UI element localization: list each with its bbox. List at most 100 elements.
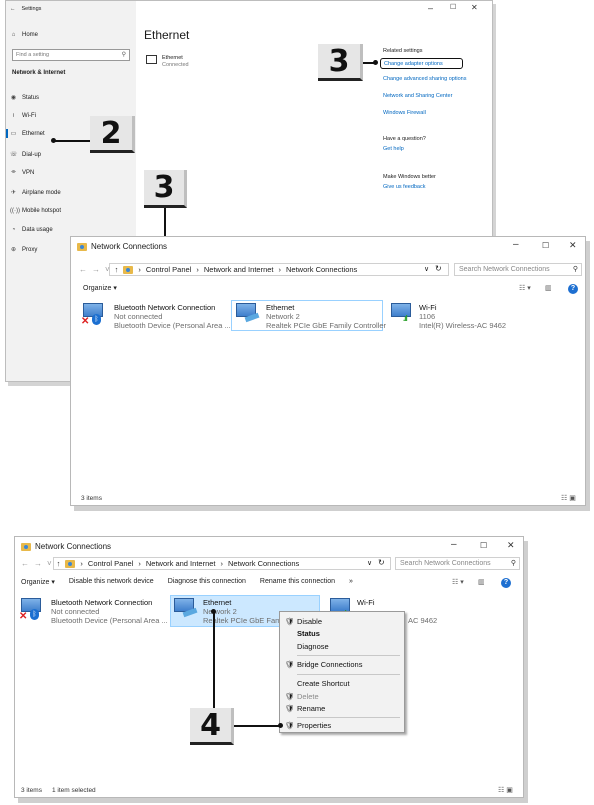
forward-icon[interactable]: → (34, 559, 42, 568)
item-status: 1106 (419, 312, 436, 321)
diagnose-button[interactable]: Diagnose this connection (168, 578, 246, 586)
address-dropdown-icon[interactable]: ∨ (424, 265, 429, 273)
list-item-wifi[interactable]: Wi-Fi 1106 Intel(R) Wireless-AC 9462 (419, 303, 506, 330)
breadcrumb-network-internet[interactable]: Network and Internet (204, 265, 274, 274)
sidebar-item-wifi[interactable]: ≀ Wi-Fi (10, 112, 36, 120)
minimize-button[interactable]: – (428, 3, 433, 13)
breadcrumb-sep-icon: › (196, 265, 199, 274)
menu-item-status[interactable]: Status (297, 629, 320, 638)
bluetooth-adapter-icon: ✕ ᛒ (19, 598, 45, 622)
item-name: Bluetooth Network Connection (114, 303, 216, 312)
preview-pane-icon[interactable]: ▥ (478, 578, 485, 586)
menu-item-bridge[interactable]: Bridge Connections (297, 660, 362, 669)
organize-button[interactable]: Organize ▾ (21, 578, 55, 586)
sidebar-item-label: Home (22, 32, 39, 38)
help-icon[interactable]: ? (568, 284, 578, 294)
dialup-icon: ☏ (10, 152, 18, 158)
help-icon[interactable]: ? (501, 578, 511, 588)
sidebar-item-label: Data usage (22, 227, 53, 233)
list-item-bluetooth[interactable]: Bluetooth Network Connection Not connect… (114, 303, 231, 330)
change-adapter-options-link[interactable]: Change adapter options (380, 58, 463, 69)
get-help-link[interactable]: Get help (383, 146, 404, 152)
list-item-wifi[interactable]: Wi-Fi (357, 598, 375, 607)
sidebar-item-hotspot[interactable]: ((·)) Mobile hotspot (10, 208, 61, 214)
list-item-ethernet[interactable]: Ethernet Network 2 Realtek PCIe GbE Fami… (266, 303, 386, 330)
menu-item-diagnose[interactable]: Diagnose (297, 642, 329, 651)
back-icon[interactable]: ← (10, 6, 16, 12)
search-input[interactable]: Search Network Connections ⚲ (395, 557, 520, 570)
shield-icon: 🛡 (285, 617, 295, 626)
item-status: Not connected (51, 607, 100, 616)
details-view-icon[interactable]: ☷ ▣ (498, 786, 513, 794)
disable-device-button[interactable]: Disable this network device (69, 578, 154, 586)
firewall-link[interactable]: Windows Firewall (383, 110, 426, 116)
chevron-down-icon[interactable]: ˅ (105, 265, 110, 274)
maximize-button[interactable]: ☐ (480, 541, 487, 550)
view-options-icon[interactable]: ☷ ▾ (519, 284, 531, 292)
breadcrumb-network-internet[interactable]: Network and Internet (146, 559, 216, 568)
refresh-icon[interactable]: ↻ (435, 264, 442, 273)
status-bar: 3 items 1 item selected (21, 787, 96, 794)
feedback-link[interactable]: Give us feedback (383, 184, 426, 190)
sidebar-item-proxy[interactable]: ⊕ Proxy (10, 246, 38, 254)
maximize-button[interactable]: ☐ (450, 3, 456, 11)
close-button[interactable]: ✕ (507, 540, 515, 551)
callout-2-line (54, 140, 90, 142)
sidebar-item-data-usage[interactable]: ◔ Data usage (10, 227, 53, 233)
back-icon[interactable]: ← (79, 265, 87, 274)
control-panel-icon (123, 265, 134, 274)
up-icon[interactable]: ↑ (57, 559, 61, 568)
advanced-sharing-link[interactable]: Change advanced sharing options (383, 76, 466, 82)
shield-icon: 🛡 (285, 721, 295, 730)
menu-item-properties[interactable]: Properties (297, 721, 331, 730)
adapter-name[interactable]: Ethernet (162, 55, 183, 61)
window-title: Network Connections (91, 242, 168, 251)
sidebar-item-status[interactable]: ◉ Status (10, 94, 39, 102)
sidebar-item-home[interactable]: ⌂ Home (10, 32, 38, 38)
sharing-center-link[interactable]: Network and Sharing Center (383, 93, 452, 99)
up-icon[interactable]: ↑ (115, 265, 119, 274)
search-input[interactable]: Search Network Connections ⚲ (454, 263, 582, 276)
address-dropdown-icon[interactable]: ∨ (367, 559, 372, 567)
close-button[interactable]: ✕ (569, 240, 577, 251)
menu-item-disable[interactable]: Disable (297, 617, 322, 626)
organize-button[interactable]: Organize ▾ (83, 284, 117, 292)
menu-item-delete[interactable]: Delete (297, 692, 319, 701)
breadcrumb-network-connections[interactable]: Network Connections (286, 265, 357, 274)
breadcrumb-network-connections[interactable]: Network Connections (228, 559, 299, 568)
sidebar-item-label: Proxy (22, 246, 38, 253)
breadcrumb-sep-icon: › (138, 265, 141, 274)
window-titlebar: Network Connections (21, 542, 111, 551)
ethernet-adapter-icon (234, 303, 260, 323)
settings-search-input[interactable]: Find a setting ⚲ (12, 49, 130, 61)
details-view-icon[interactable]: ☷ ▣ (561, 494, 576, 502)
menu-item-rename[interactable]: Rename (297, 704, 325, 713)
minimize-button[interactable]: – (513, 239, 519, 250)
breadcrumb-control-panel[interactable]: Control Panel (146, 265, 191, 274)
callout-4: 4 (190, 708, 234, 745)
rename-button[interactable]: Rename this connection (260, 578, 335, 586)
sidebar-item-label: Dial-up (22, 151, 42, 158)
question-title: Have a question? (383, 136, 426, 142)
address-row: ← → ˅ ↑ › Control Panel › Network and In… (79, 263, 357, 276)
sidebar-item-vpn[interactable]: ⌯ VPN (10, 169, 34, 176)
close-button[interactable]: ✕ (471, 3, 478, 12)
forward-icon[interactable]: → (92, 265, 100, 274)
back-icon[interactable]: ← (21, 559, 29, 568)
sidebar-item-dialup[interactable]: ☏ Dial-up (10, 151, 42, 159)
breadcrumb-sep-icon: › (80, 559, 83, 568)
more-commands-button[interactable]: » (349, 578, 353, 586)
menu-item-create-shortcut[interactable]: Create Shortcut (297, 679, 350, 688)
sidebar-item-ethernet[interactable]: ▭ Ethernet (10, 130, 45, 138)
view-options-icon[interactable]: ☷ ▾ (452, 578, 464, 586)
sidebar-item-airplane[interactable]: ✈ Airplane mode (10, 189, 61, 197)
refresh-icon[interactable]: ↻ (378, 558, 385, 567)
callout-4-dot (278, 723, 283, 728)
preview-pane-icon[interactable]: ▥ (545, 284, 552, 292)
maximize-button[interactable]: ☐ (542, 241, 549, 250)
breadcrumb-control-panel[interactable]: Control Panel (88, 559, 133, 568)
minimize-button[interactable]: – (451, 539, 457, 550)
list-item-bluetooth[interactable]: Bluetooth Network Connection Not connect… (51, 598, 168, 625)
network-folder-icon (21, 542, 31, 551)
chevron-down-icon[interactable]: ˅ (47, 559, 52, 568)
